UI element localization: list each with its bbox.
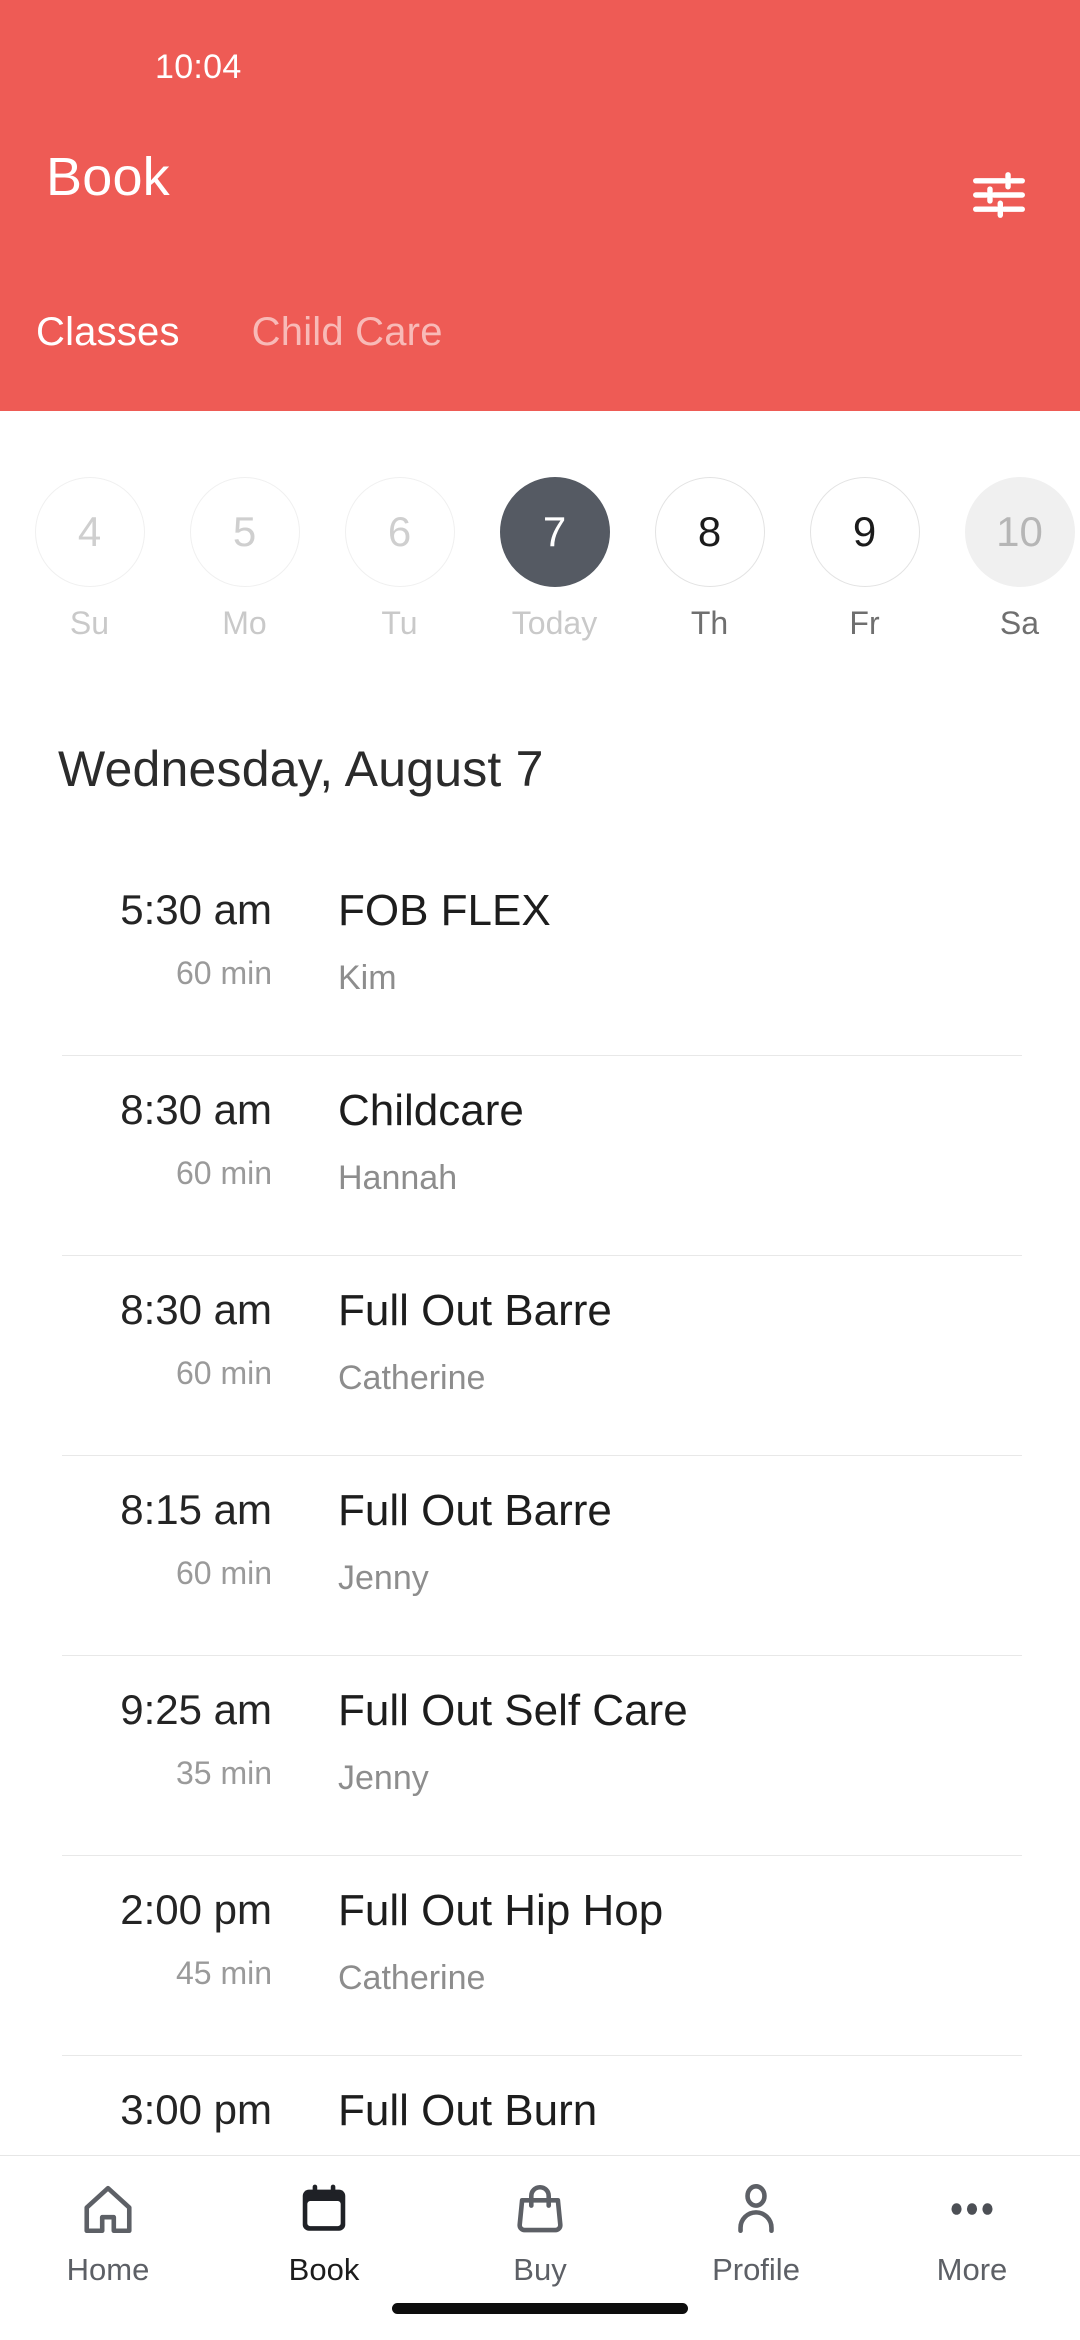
selected-day-heading: Wednesday, August 7: [58, 741, 544, 797]
status-bar: 10:04: [0, 0, 1080, 110]
date-cell-10[interactable]: 10 Sa: [942, 477, 1080, 639]
page-title: Book: [46, 147, 170, 207]
person-icon: [727, 2178, 785, 2240]
date-weekday: Su: [69, 605, 110, 641]
home-indicator[interactable]: [392, 2303, 688, 2314]
class-time-column: 3:00 pm: [0, 2089, 282, 2155]
class-info-column: FOB FLEX Kim: [282, 886, 1080, 997]
class-time-column: 2:00 pm 45 min: [0, 1886, 282, 1991]
class-list[interactable]: 5:30 am 60 min FOB FLEX Kim 8:30 am 60 m…: [0, 855, 1080, 2155]
app-header: 10:04 Book Classes Child Care: [0, 0, 1080, 411]
class-row[interactable]: 2:00 pm 45 min Full Out Hip Hop Catherin…: [0, 1855, 1080, 2055]
class-time-column: 8:15 am 60 min: [0, 1486, 282, 1591]
class-start-time: 3:00 pm: [120, 2086, 272, 2133]
class-instructor: Hannah: [338, 1159, 458, 1197]
class-start-time: 8:30 am: [120, 1286, 272, 1333]
class-name: Full Out Hip Hop: [338, 1886, 664, 1935]
class-info-column: Full Out Barre Catherine: [282, 1286, 1080, 1397]
class-duration: 60 min: [175, 1355, 272, 1391]
class-row[interactable]: 8:30 am 60 min Full Out Barre Catherine: [0, 1255, 1080, 1455]
date-weekday: Mo: [222, 605, 267, 641]
date-number: 6: [344, 477, 455, 587]
class-info-column: Childcare Hannah: [282, 1086, 1080, 1197]
filter-button[interactable]: [956, 152, 1042, 238]
class-duration: 60 min: [175, 955, 272, 991]
app-bar: Book: [0, 147, 1080, 262]
header-tabs: Classes Child Care: [0, 312, 1080, 392]
class-row[interactable]: 9:25 am 35 min Full Out Self Care Jenny: [0, 1655, 1080, 1855]
app-screen: 10:04 Book Classes Child Care 4 Su 5 Mo …: [0, 0, 1080, 2340]
class-instructor: Catherine: [338, 1359, 486, 1397]
class-duration: 60 min: [175, 1155, 272, 1191]
date-number: 8: [654, 477, 765, 587]
nav-label: Profile: [712, 2252, 800, 2287]
class-info-column: Full Out Burn: [282, 2089, 1080, 2155]
class-name: Full Out Burn: [338, 2086, 598, 2135]
date-number: 9: [809, 477, 920, 587]
class-time-column: 9:25 am 35 min: [0, 1686, 282, 1791]
class-name: Full Out Self Care: [338, 1686, 688, 1735]
date-selector-row: 4 Su 5 Mo 6 Tu 7 Today 8 Th 9 Fr 10 Sa: [12, 477, 1080, 639]
class-row[interactable]: 8:30 am 60 min Childcare Hannah: [0, 1055, 1080, 1255]
class-name: Full Out Barre: [338, 1486, 612, 1535]
date-cell-7-today[interactable]: 7 Today: [477, 477, 632, 639]
date-cell-6[interactable]: 6 Tu: [322, 477, 477, 639]
class-row[interactable]: 8:15 am 60 min Full Out Barre Jenny: [0, 1455, 1080, 1655]
class-time-column: 8:30 am 60 min: [0, 1086, 282, 1191]
class-info-column: Full Out Hip Hop Catherine: [282, 1886, 1080, 1997]
bag-icon: [511, 2178, 569, 2240]
date-number: 10: [964, 477, 1075, 587]
class-name: Full Out Barre: [338, 1286, 612, 1335]
class-duration: 35 min: [175, 1755, 272, 1791]
date-weekday: Tu: [381, 605, 418, 641]
class-start-time: 5:30 am: [120, 886, 272, 933]
class-name: Childcare: [338, 1086, 524, 1135]
nav-item-more[interactable]: More: [864, 2156, 1080, 2340]
class-instructor: Kim: [338, 959, 397, 997]
class-instructor: Jenny: [338, 1559, 429, 1597]
date-cell-8[interactable]: 8 Th: [632, 477, 787, 639]
class-time-column: 5:30 am 60 min: [0, 886, 282, 991]
class-time-column: 8:30 am 60 min: [0, 1286, 282, 1391]
calendar-icon: [295, 2178, 353, 2240]
nav-item-home[interactable]: Home: [0, 2156, 216, 2340]
nav-label: More: [936, 2252, 1008, 2287]
tab-child-care[interactable]: Child Care: [252, 312, 443, 352]
date-cell-4[interactable]: 4 Su: [12, 477, 167, 639]
class-info-column: Full Out Self Care Jenny: [282, 1686, 1080, 1797]
class-instructor: Jenny: [338, 1759, 429, 1797]
class-start-time: 9:25 am: [120, 1686, 272, 1733]
class-info-column: Full Out Barre Jenny: [282, 1486, 1080, 1597]
date-weekday: Th: [690, 605, 729, 641]
class-name: FOB FLEX: [338, 886, 551, 935]
class-start-time: 8:15 am: [120, 1486, 272, 1533]
date-cell-5[interactable]: 5 Mo: [167, 477, 322, 639]
class-row[interactable]: 3:00 pm Full Out Burn: [0, 2055, 1080, 2155]
home-icon: [79, 2178, 137, 2240]
class-duration: 45 min: [175, 1955, 272, 1991]
class-start-time: 8:30 am: [120, 1086, 272, 1133]
date-number-selected: 7: [499, 477, 610, 587]
nav-label: Book: [288, 2252, 360, 2287]
date-number: 4: [34, 477, 145, 587]
date-weekday: Fr: [849, 605, 880, 641]
class-instructor: Catherine: [338, 1959, 486, 1997]
tab-classes[interactable]: Classes: [36, 312, 180, 352]
tune-icon: [968, 164, 1030, 226]
date-weekday: Today: [511, 605, 598, 641]
ellipsis-icon: [943, 2178, 1001, 2240]
status-bar-clock: 10:04: [155, 48, 242, 86]
class-row[interactable]: 5:30 am 60 min FOB FLEX Kim: [0, 855, 1080, 1055]
class-duration: 60 min: [175, 1555, 272, 1591]
date-number: 5: [189, 477, 300, 587]
class-start-time: 2:00 pm: [120, 1886, 272, 1933]
nav-label: Buy: [513, 2252, 567, 2287]
date-weekday: Sa: [999, 605, 1040, 641]
date-selector[interactable]: 4 Su 5 Mo 6 Tu 7 Today 8 Th 9 Fr 10 Sa: [0, 411, 1080, 686]
date-cell-9[interactable]: 9 Fr: [787, 477, 942, 639]
nav-label: Home: [66, 2252, 150, 2287]
